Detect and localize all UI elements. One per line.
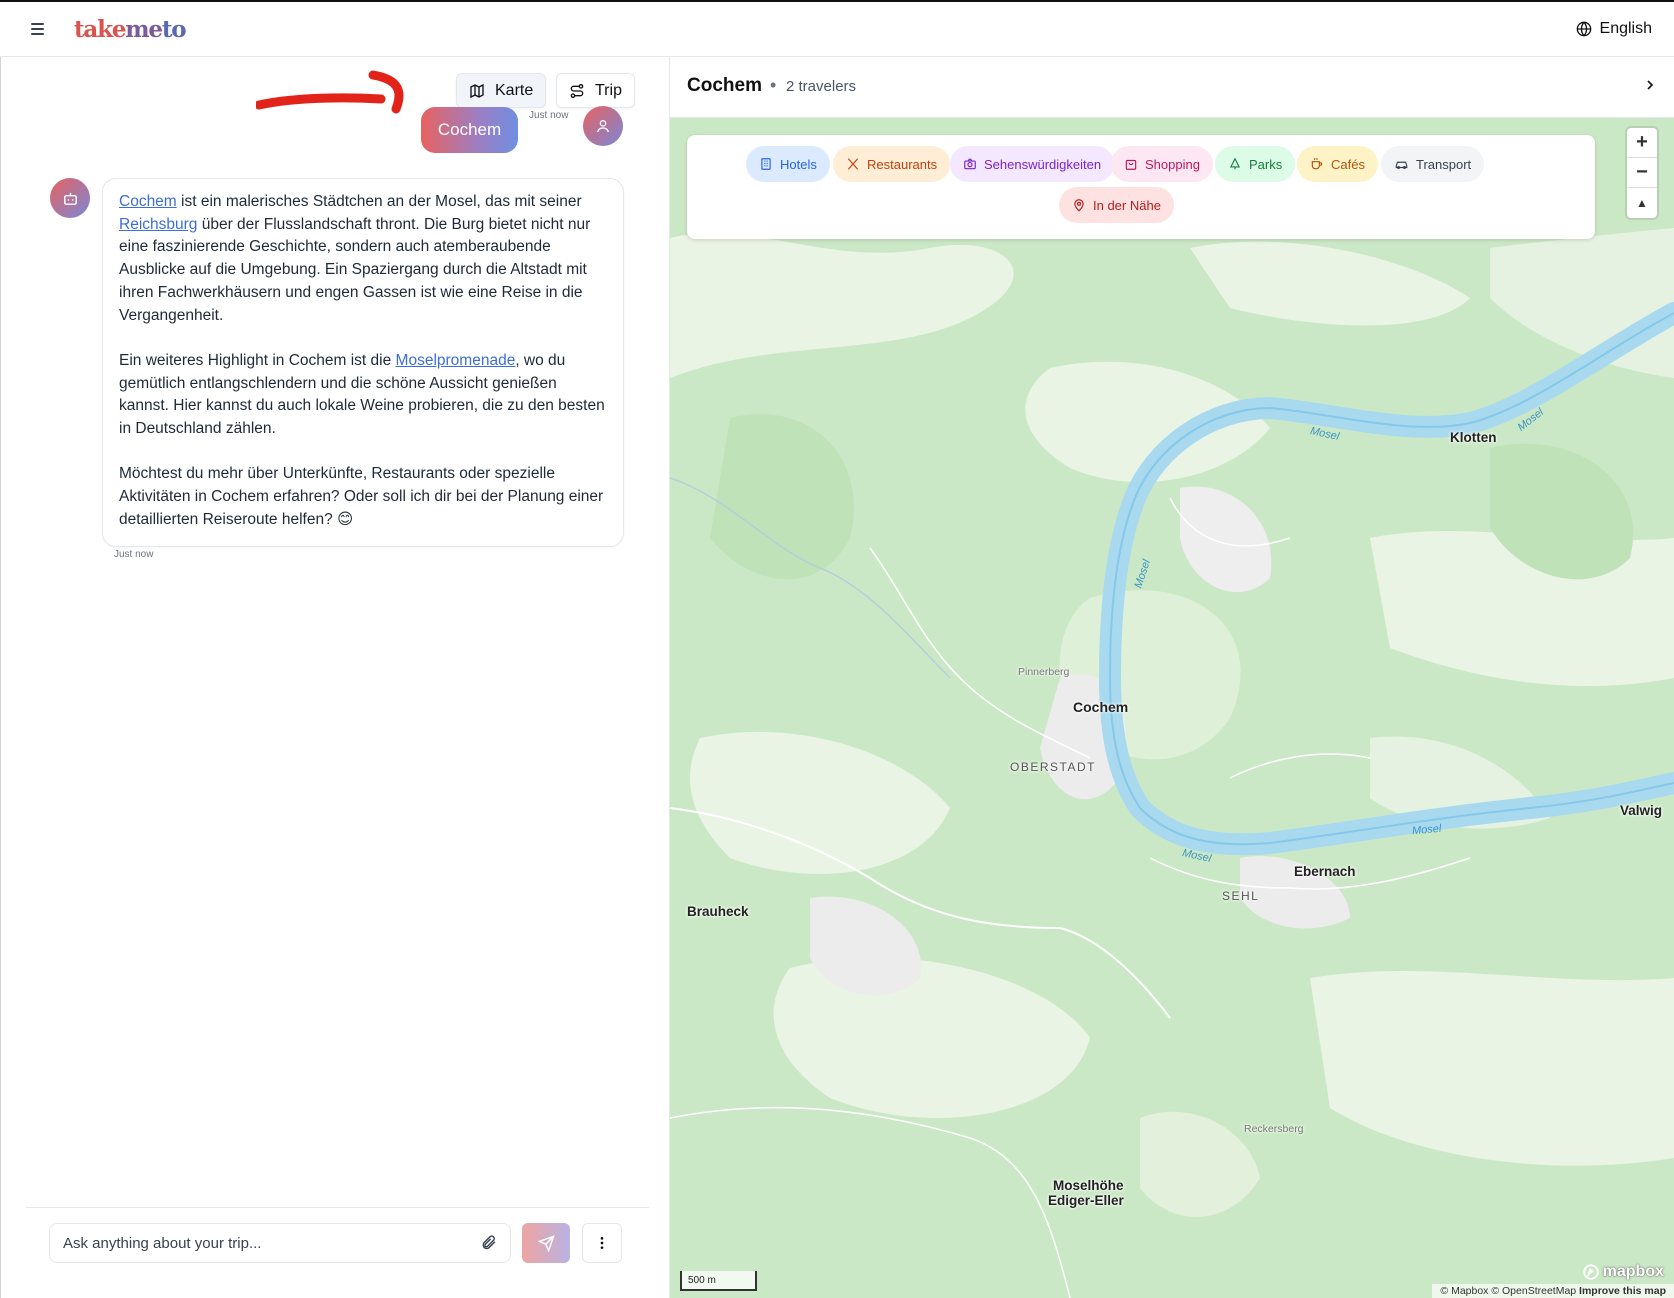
mapbox-wordmark: mapbox xyxy=(1602,1263,1664,1280)
red-annotation-mark xyxy=(256,70,404,114)
globe-icon xyxy=(1576,21,1591,37)
assistant-paragraph-3: Möchtest du mehr über Unterkünfte, Resta… xyxy=(119,465,604,528)
top-bar: takemeto English xyxy=(0,0,1674,57)
map-toggle-label: Karte xyxy=(495,81,534,99)
chip-label: Restaurants xyxy=(867,156,938,172)
user-avatar xyxy=(583,106,623,146)
assistant-paragraph-2: Ein weiteres Highlight in Cochem ist die… xyxy=(119,350,607,441)
map-canvas[interactable]: Klotten Pinnerberg Cochem OBERSTADT Valw… xyxy=(670,118,1674,1298)
chip-transport[interactable]: Transport xyxy=(1381,146,1485,182)
send-icon xyxy=(537,1234,555,1252)
link-cochem[interactable]: Cochem xyxy=(119,193,177,210)
chip-label: Transport xyxy=(1416,156,1472,172)
destination-title: Cochem xyxy=(687,75,762,96)
place-valwig: Valwig xyxy=(1620,803,1663,818)
assistant-avatar xyxy=(50,178,90,218)
assistant-message-time: Just now xyxy=(114,549,154,560)
link-moselpromenade[interactable]: Moselpromenade xyxy=(396,352,516,369)
map-header: Cochem • 2 travelers xyxy=(670,57,1674,118)
more-vertical-icon xyxy=(600,1237,604,1249)
place-oberstadt: OBERSTADT xyxy=(1010,760,1096,774)
chip-parks[interactable]: Parks xyxy=(1215,146,1296,182)
assistant-paragraph-1: Cochem ist ein malerisches Städtchen an … xyxy=(119,191,607,327)
chip-hotels[interactable]: Hotels xyxy=(746,146,830,182)
utensils-icon xyxy=(847,158,859,170)
place-pinnerberg: Pinnerberg xyxy=(1018,666,1070,678)
chip-nearby[interactable]: In der Nähe xyxy=(1059,187,1174,223)
map-panel: Cochem • 2 travelers Klotten Pinnerberg … xyxy=(670,57,1674,1298)
chip-label: Parks xyxy=(1249,156,1283,172)
user-message-time: Just now xyxy=(529,110,569,121)
chip-label: Shopping xyxy=(1145,156,1200,172)
logo-part: take xyxy=(74,16,127,43)
map-scale: 500 m xyxy=(680,1271,757,1291)
map-attribution: © Mapbox © OpenStreetMap Improve this ma… xyxy=(1432,1284,1674,1298)
chip-cafes[interactable]: Cafés xyxy=(1297,146,1378,182)
map-terrain xyxy=(670,118,1674,1298)
paperclip-icon[interactable] xyxy=(480,1234,497,1251)
composer-divider xyxy=(26,1207,649,1208)
logo-part: me xyxy=(125,16,163,43)
trip-button[interactable]: Trip xyxy=(556,73,635,108)
place-brauheck: Brauheck xyxy=(687,904,749,919)
place-klotten: Klotten xyxy=(1450,430,1497,445)
zoom-controls: + − ▲ xyxy=(1627,128,1657,218)
chip-label: In der Nähe xyxy=(1093,197,1161,213)
send-button[interactable] xyxy=(522,1223,570,1263)
chat-panel: Karte Trip Cochem Just now Cochem ist ei… xyxy=(0,57,670,1298)
travelers-count: 2 travelers xyxy=(786,78,857,95)
title-separator: • xyxy=(770,75,777,95)
mapbox-logo[interactable]: mapbox xyxy=(1582,1263,1664,1281)
map-toggle-button[interactable]: Karte xyxy=(456,73,547,108)
logo-part: to xyxy=(161,16,187,43)
mapbox-icon xyxy=(1582,1264,1599,1280)
link-reichsburg[interactable]: Reichsburg xyxy=(119,216,197,233)
language-label: English xyxy=(1599,20,1652,37)
chip-sights[interactable]: Sehenswürdigkeiten xyxy=(950,146,1115,182)
app-logo[interactable]: takemeto xyxy=(74,16,187,43)
chip-restaurants[interactable]: Restaurants xyxy=(833,146,951,182)
zoom-in-button[interactable]: + xyxy=(1627,128,1657,158)
place-ebernach: Ebernach xyxy=(1294,864,1356,879)
compass-button[interactable]: ▲ xyxy=(1627,188,1657,218)
more-options-button[interactable] xyxy=(582,1223,622,1263)
map-pin-icon xyxy=(1074,199,1084,212)
chip-label: Hotels xyxy=(780,156,817,172)
hamburger-menu-icon[interactable] xyxy=(24,20,50,42)
chip-shopping[interactable]: Shopping xyxy=(1111,146,1213,182)
river-label: Mosel xyxy=(1411,822,1442,838)
tree-icon xyxy=(1229,157,1241,170)
chevron-right-icon[interactable] xyxy=(1642,77,1658,93)
user-icon xyxy=(597,120,609,133)
car-icon xyxy=(1395,161,1408,169)
place-ediger-eller: Ediger-Eller xyxy=(1048,1193,1124,1208)
place-sehl: SEHL xyxy=(1222,889,1260,903)
route-icon xyxy=(570,83,584,98)
zoom-out-button[interactable]: − xyxy=(1627,158,1657,188)
camera-icon xyxy=(964,158,976,170)
assistant-message-bubble: Cochem ist ein malerisches Städtchen an … xyxy=(102,178,624,547)
building-icon xyxy=(761,158,771,170)
chip-label: Sehenswürdigkeiten xyxy=(984,156,1102,172)
shopping-bag-icon xyxy=(1125,159,1137,170)
assistant-text: ist ein malerisches Städtchen an der Mos… xyxy=(176,193,582,210)
place-reckersberg: Reckersberg xyxy=(1244,1123,1304,1135)
user-message-bubble: Cochem xyxy=(421,107,518,153)
chip-label: Cafés xyxy=(1331,156,1365,172)
assistant-text: Ein weiteres Highlight in Cochem ist die xyxy=(119,351,396,369)
coffee-icon xyxy=(1311,158,1323,170)
language-selector[interactable]: English xyxy=(1576,20,1652,38)
trip-button-label: Trip xyxy=(595,81,622,99)
improve-map-link[interactable]: Improve this map xyxy=(1579,1285,1666,1297)
bot-icon xyxy=(63,192,77,205)
chat-input[interactable] xyxy=(49,1223,511,1263)
place-moselhoehe: Moselhöhe xyxy=(1053,1178,1124,1193)
poi-filter-panel: Hotels Restaurants Sehenswürdigkeiten Sh… xyxy=(687,135,1595,239)
attribution-text: © Mapbox © OpenStreetMap xyxy=(1440,1285,1580,1297)
place-cochem: Cochem xyxy=(1073,699,1129,715)
map-icon xyxy=(470,83,484,98)
